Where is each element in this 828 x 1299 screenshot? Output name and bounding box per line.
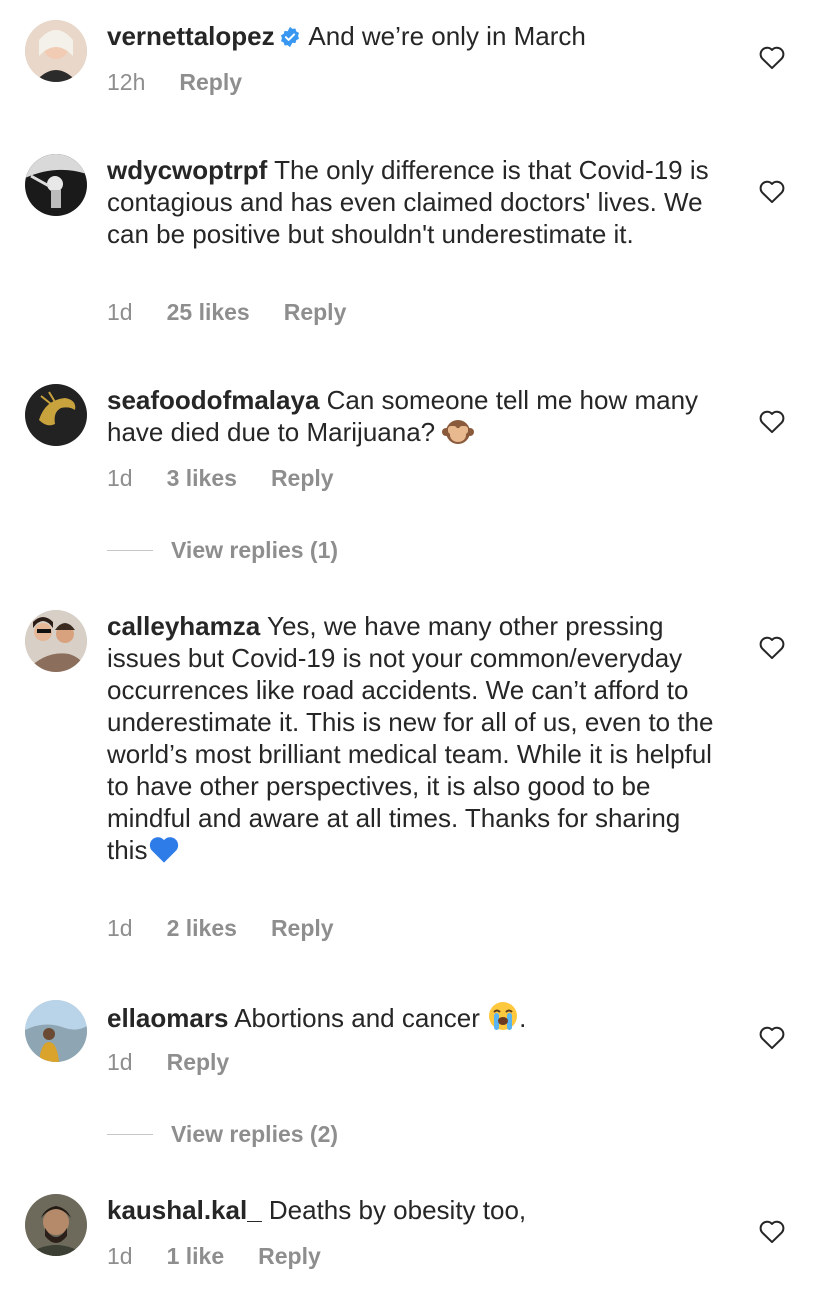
comment-text: ellaomars Abortions and cancer . <box>107 1000 727 1039</box>
comment-username[interactable]: wdycwoptrpf <box>107 155 267 185</box>
view-replies-label: View replies (1) <box>171 536 339 563</box>
comment-username[interactable]: ellaomars <box>107 1003 228 1033</box>
comment-text: seafoodofmalaya Can someone tell me how … <box>107 384 727 453</box>
divider-line <box>107 549 153 551</box>
comment-meta: 1d 3 likes Reply <box>107 464 368 492</box>
reply-button[interactable]: Reply <box>179 68 242 96</box>
comment-username[interactable]: calleyhamza <box>107 611 260 641</box>
like-heart-icon[interactable] <box>758 634 786 660</box>
comment-time: 1d <box>107 465 133 491</box>
verified-badge-icon <box>279 23 301 55</box>
avatar[interactable] <box>25 1194 87 1256</box>
likes-count[interactable]: 3 likes <box>167 464 237 492</box>
comment-body: And we’re only in March <box>308 21 586 51</box>
reply-button[interactable]: Reply <box>271 914 334 942</box>
reply-button[interactable]: Reply <box>167 1048 230 1076</box>
divider-line <box>107 1133 153 1135</box>
comment-text: kaushal.kal_ Deaths by obesity too, <box>107 1194 727 1226</box>
comment-text: vernettalopez And we’re only in March <box>107 20 727 55</box>
comment-username[interactable]: seafoodofmalaya <box>107 385 319 415</box>
comment-body: Abortions and cancer <box>234 1003 480 1033</box>
avatar[interactable] <box>25 384 87 446</box>
avatar[interactable] <box>25 20 87 82</box>
blue-heart-icon <box>147 834 181 871</box>
comment-time: 12h <box>107 69 146 95</box>
likes-count[interactable]: 25 likes <box>167 298 250 326</box>
like-heart-icon[interactable] <box>758 1024 786 1050</box>
like-heart-icon[interactable] <box>758 178 786 204</box>
reply-button[interactable]: Reply <box>284 298 347 326</box>
avatar[interactable] <box>25 610 87 672</box>
comment-body: Yes, we have many other pressing issues … <box>107 611 714 865</box>
comment-time: 1d <box>107 915 133 941</box>
comment-time: 1d <box>107 1049 133 1075</box>
avatar[interactable] <box>25 1000 87 1062</box>
view-replies-button[interactable]: View replies (2) <box>107 1119 338 1149</box>
avatar[interactable] <box>25 154 87 216</box>
comment-meta: 12h Reply <box>107 68 276 96</box>
comment-text: calleyhamza Yes, we have many other pres… <box>107 610 727 871</box>
reply-button[interactable]: Reply <box>271 464 334 492</box>
like-heart-icon[interactable] <box>758 44 786 70</box>
like-heart-icon[interactable] <box>758 408 786 434</box>
like-heart-icon[interactable] <box>758 1218 786 1244</box>
comment-body: Deaths by obesity too, <box>268 1195 527 1225</box>
comment-body-end: . <box>519 1003 527 1033</box>
comment-username[interactable]: kaushal.kal_ <box>107 1195 262 1225</box>
comment-meta: 1d 1 like Reply <box>107 1242 355 1270</box>
comment-time: 1d <box>107 299 133 325</box>
view-replies-label: View replies (2) <box>171 1120 339 1147</box>
comment-meta: 1d 2 likes Reply <box>107 914 368 942</box>
comment-username[interactable]: vernettalopez <box>107 21 275 51</box>
reply-button[interactable]: Reply <box>258 1242 321 1270</box>
comment-time: 1d <box>107 1243 133 1269</box>
comment-text: wdycwoptrpf The only difference is that … <box>107 154 727 250</box>
view-replies-button[interactable]: View replies (1) <box>107 535 338 565</box>
loudly-crying-face-icon <box>487 1000 519 1039</box>
likes-count[interactable]: 2 likes <box>167 914 237 942</box>
likes-count[interactable]: 1 like <box>167 1242 225 1270</box>
comment-meta: 1d Reply <box>107 1048 263 1076</box>
see-no-evil-monkey-icon <box>442 416 475 453</box>
comment-meta: 1d 25 likes Reply <box>107 298 380 326</box>
